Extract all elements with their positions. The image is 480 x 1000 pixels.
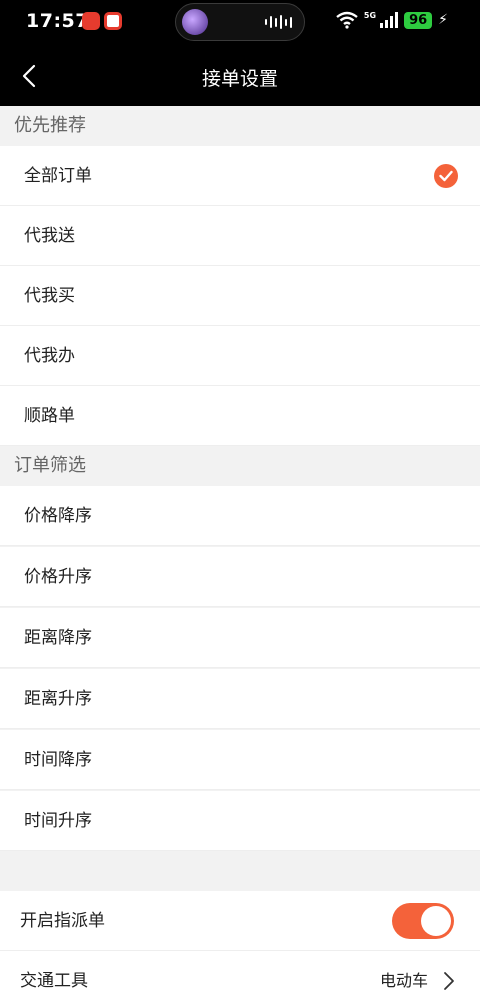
vehicle-setting-row[interactable]: 交通工具 电动车: [0, 951, 480, 1000]
filter-option-distance-desc[interactable]: 距离降序: [0, 608, 480, 668]
option-label: 顺路单: [24, 406, 75, 426]
priority-option-errand[interactable]: 代我办: [0, 326, 480, 386]
option-label: 时间降序: [24, 750, 92, 770]
vehicle-label: 交通工具: [20, 971, 88, 991]
filter-option-time-asc[interactable]: 时间升序: [0, 791, 480, 851]
nav-bar: 接单设置: [0, 45, 480, 106]
charging-icon: ⚡: [438, 12, 448, 28]
filter-option-price-desc[interactable]: 价格降序: [0, 486, 480, 546]
filter-option-price-asc[interactable]: 价格升序: [0, 547, 480, 607]
option-label: 价格降序: [24, 506, 92, 526]
section-header-priority: 优先推荐: [0, 106, 480, 146]
dynamic-island: [175, 3, 305, 41]
option-label: 时间升序: [24, 811, 92, 831]
option-label: 距离降序: [24, 628, 92, 648]
option-label: 距离升序: [24, 689, 92, 709]
signal-icon: [380, 12, 399, 28]
check-icon: [434, 164, 458, 188]
status-bar: 17:57 5G 96 ⚡: [0, 0, 480, 45]
priority-option-on-the-way[interactable]: 顺路单: [0, 386, 480, 446]
network-type: 5G: [363, 10, 377, 20]
filter-option-time-desc[interactable]: 时间降序: [0, 730, 480, 790]
chevron-right-icon: [444, 972, 454, 990]
option-label: 代我送: [24, 226, 75, 246]
priority-option-all[interactable]: 全部订单: [0, 146, 480, 206]
option-label: 代我办: [24, 346, 75, 366]
dispatch-setting-row: 开启指派单: [0, 891, 480, 951]
audio-wave-icon: [265, 15, 292, 29]
vehicle-value: 电动车: [379, 971, 428, 990]
option-label: 价格升序: [24, 567, 92, 587]
music-avatar-icon: [182, 9, 208, 35]
battery-level: 96: [404, 11, 433, 29]
dispatch-label: 开启指派单: [20, 911, 105, 931]
app-notification-icon: [104, 12, 122, 30]
option-label: 代我买: [24, 286, 75, 306]
app-notification-icon: [82, 12, 100, 30]
option-label: 全部订单: [24, 166, 92, 186]
priority-option-buy[interactable]: 代我买: [0, 266, 480, 326]
wifi-icon: [336, 11, 358, 29]
toggle-knob: [421, 906, 451, 936]
dispatch-toggle[interactable]: [392, 903, 454, 939]
status-icons: 5G 96 ⚡: [336, 11, 448, 29]
page-title: 接单设置: [201, 68, 278, 90]
status-time: 17:57: [26, 10, 89, 32]
priority-option-deliver[interactable]: 代我送: [0, 206, 480, 266]
filter-option-distance-asc[interactable]: 距离升序: [0, 669, 480, 729]
section-header-filter: 订单筛选: [0, 446, 480, 486]
section-spacer: [0, 851, 480, 891]
